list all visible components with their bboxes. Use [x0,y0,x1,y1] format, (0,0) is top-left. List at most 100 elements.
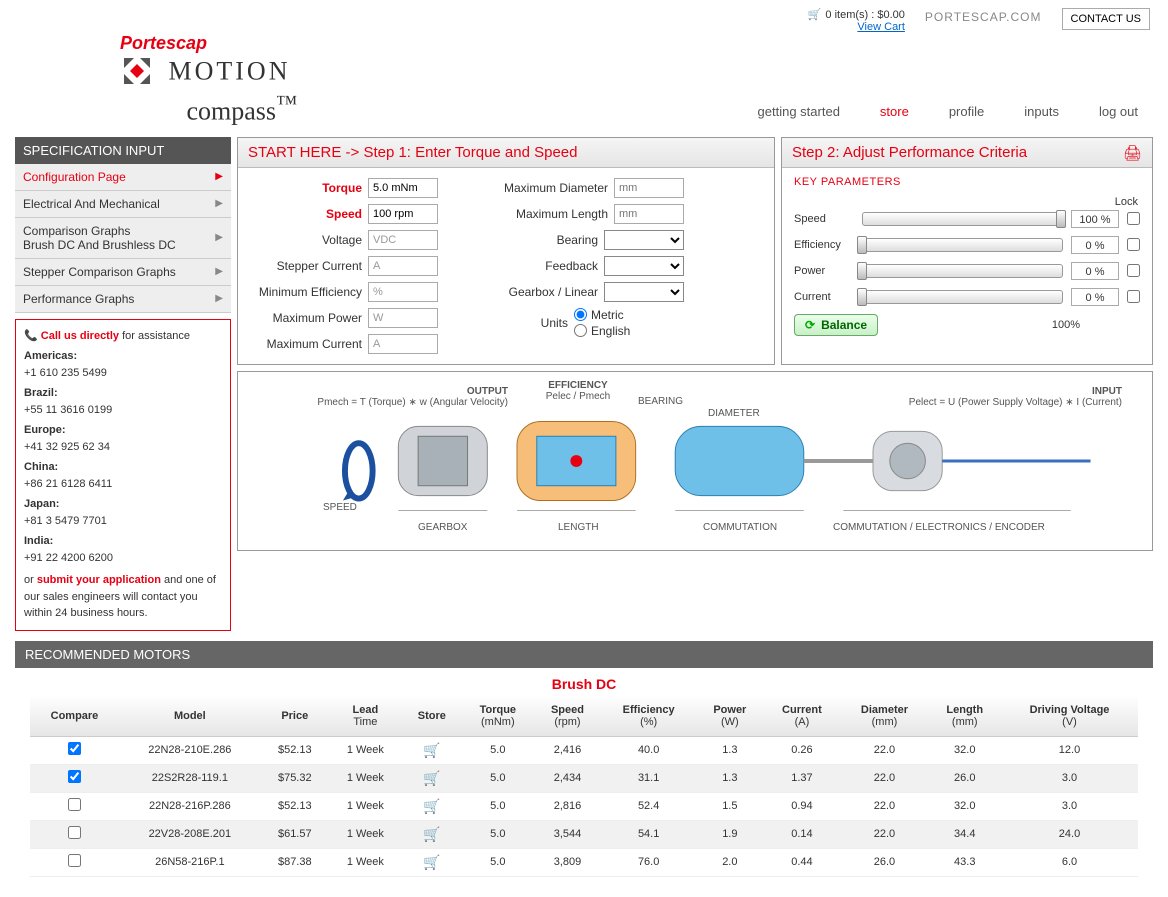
input-torque[interactable] [368,178,438,198]
torque-cell: 5.0 [462,848,534,876]
slider-knob[interactable] [857,288,867,306]
col-diameter[interactable]: Diameter(mm) [840,696,928,737]
store-cell[interactable]: 🛒 [402,848,462,876]
cart-icon[interactable]: 🛒 [423,742,440,758]
nav-getting-started[interactable]: getting started [758,104,840,119]
cart-icon: 🛒 [808,8,822,21]
print-icon[interactable]: 🖨 [1123,144,1142,162]
input-bearing[interactable] [604,230,684,250]
sidebar-item-4[interactable]: Performance Graphs▶ [15,286,231,313]
input-maximum-length[interactable] [614,204,684,224]
cart-icon[interactable]: 🛒 [423,826,440,842]
cart-icon[interactable]: 🛒 [423,854,440,870]
compare-checkbox[interactable] [68,770,81,783]
sidebar-item-2[interactable]: Comparison GraphsBrush DC And Brushless … [15,218,231,259]
input-voltage[interactable] [368,230,438,250]
input-feedback[interactable] [604,256,684,276]
col-store[interactable]: Store [402,696,462,737]
nav-log-out[interactable]: log out [1099,104,1138,119]
dia-cell: 22.0 [840,792,928,820]
refresh-icon: ⟳ [805,318,815,332]
lead-cell: 1 Week [329,736,402,764]
nav-inputs[interactable]: inputs [1024,104,1059,119]
submit-application-link[interactable]: submit your application [37,574,161,586]
compare-checkbox[interactable] [68,854,81,867]
compare-checkbox[interactable] [68,742,81,755]
col-driving-voltage[interactable]: Driving Voltage(V) [1001,696,1138,737]
compare-checkbox[interactable] [68,826,81,839]
current-cell: 1.37 [763,764,840,792]
slider-efficiency[interactable] [862,238,1063,252]
col-price[interactable]: Price [261,696,329,737]
units-english-radio[interactable]: English [574,324,684,338]
cart-icon[interactable]: 🛒 [423,770,440,786]
logo-mark-icon [120,54,154,93]
col-compare[interactable]: Compare [30,696,119,737]
contact-us-button[interactable]: CONTACT US [1062,8,1151,30]
lock-speed[interactable] [1127,212,1140,225]
col-efficiency[interactable]: Efficiency(%) [601,696,696,737]
slider-knob[interactable] [857,236,867,254]
sidebar-item-1[interactable]: Electrical And Mechanical▶ [15,191,231,218]
input-maximum-current[interactable] [368,334,438,354]
col-current[interactable]: Current(A) [763,696,840,737]
reco-category: Brush DC [30,668,1138,696]
callbox-title-suffix: for assistance [119,330,190,342]
label-maximum-power: Maximum Power [252,311,362,325]
slider-speed[interactable] [862,212,1063,226]
slider-current[interactable] [862,290,1063,304]
store-cell[interactable]: 🛒 [402,736,462,764]
region-label: Europe: [24,422,222,439]
volt-cell: 3.0 [1001,792,1138,820]
view-cart-link[interactable]: View Cart [857,21,904,33]
input-maximum-diameter[interactable] [614,178,684,198]
sidebar-item-0[interactable]: Configuration Page▶ [15,164,231,191]
chevron-right-icon: ▶ [215,293,223,304]
table-row: 22N28-216P.286$52.131 Week🛒5.02,81652.41… [30,792,1138,820]
sidebar-item-3[interactable]: Stepper Comparison Graphs▶ [15,259,231,286]
nav-profile[interactable]: profile [949,104,984,119]
input-maximum-power[interactable] [368,308,438,328]
store-cell[interactable]: 🛒 [402,764,462,792]
compare-cell[interactable] [30,848,119,876]
region-label: Japan: [24,496,222,513]
lock-power[interactable] [1127,264,1140,277]
len-cell: 32.0 [928,792,1001,820]
label-minimum-efficiency: Minimum Efficiency [252,285,362,299]
compare-checkbox[interactable] [68,798,81,811]
input-speed[interactable] [368,204,438,224]
price-cell: $52.13 [261,736,329,764]
phone-icon: 📞 [24,330,38,342]
col-length[interactable]: Length(mm) [928,696,1001,737]
lock-current[interactable] [1127,290,1140,303]
cart-icon[interactable]: 🛒 [423,798,440,814]
compare-cell[interactable] [30,764,119,792]
store-cell[interactable]: 🛒 [402,820,462,848]
nav-store[interactable]: store [880,104,909,119]
slider-knob[interactable] [1056,210,1066,228]
input-stepper-current[interactable] [368,256,438,276]
units-metric-radio[interactable]: Metric [574,308,684,322]
col-model[interactable]: Model [119,696,261,737]
slider-power[interactable] [862,264,1063,278]
col-speed[interactable]: Speed(rpm) [534,696,601,737]
site-link[interactable]: PORTESCAP.COM [925,8,1042,24]
region-phone: +41 32 925 62 34 [24,439,222,456]
lock-efficiency[interactable] [1127,238,1140,251]
compare-cell[interactable] [30,792,119,820]
price-cell: $52.13 [261,792,329,820]
col-lead[interactable]: LeadTime [329,696,402,737]
torque-cell: 5.0 [462,736,534,764]
col-power[interactable]: Power(W) [696,696,763,737]
input-minimum-efficiency[interactable] [368,282,438,302]
compare-cell[interactable] [30,736,119,764]
slider-label-current: Current [794,291,854,303]
balance-button[interactable]: ⟳ Balance [794,314,878,336]
brand-name: Portescap [120,33,297,54]
input-gearbox-linear[interactable] [604,282,684,302]
table-row: 26N58-216P.1$87.381 Week🛒5.03,80976.02.0… [30,848,1138,876]
compare-cell[interactable] [30,820,119,848]
slider-knob[interactable] [857,262,867,280]
col-torque[interactable]: Torque(mNm) [462,696,534,737]
store-cell[interactable]: 🛒 [402,792,462,820]
